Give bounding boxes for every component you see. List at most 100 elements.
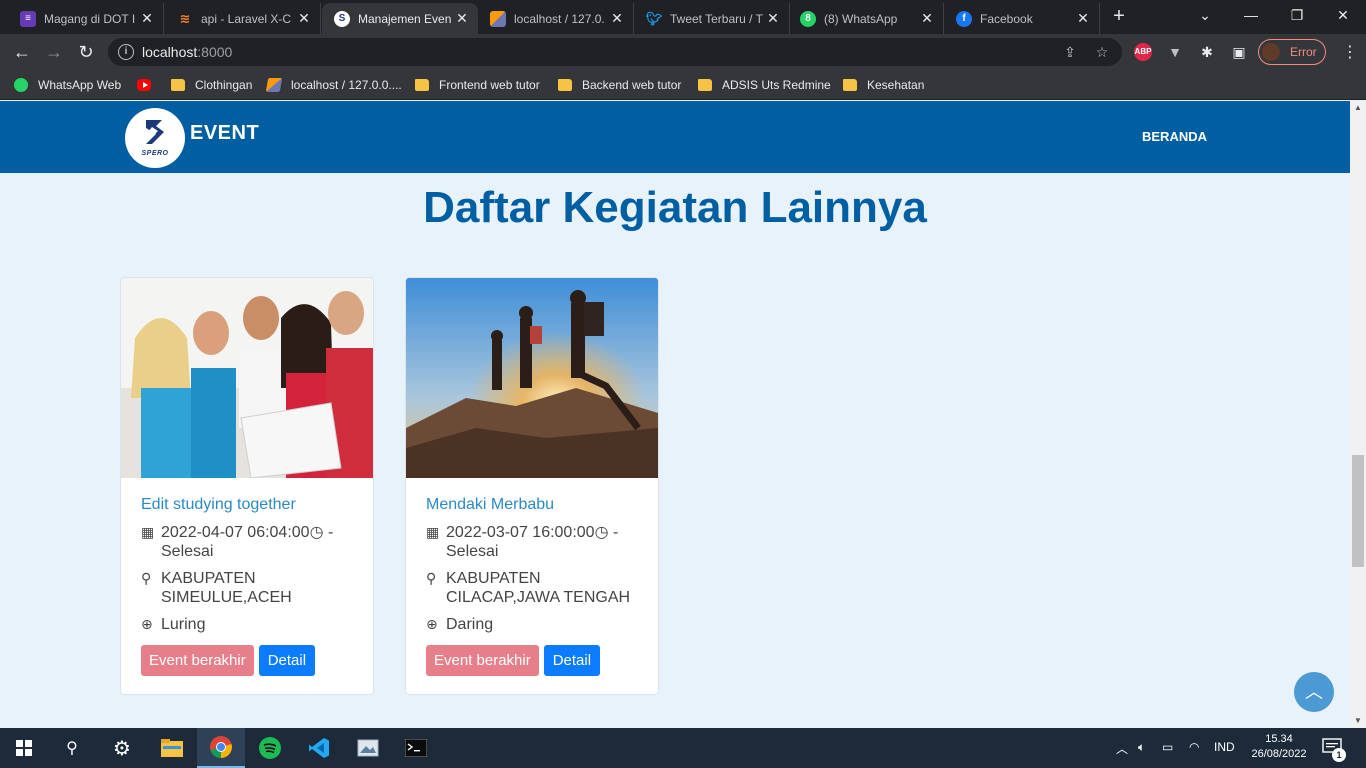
bookmark-backend[interactable]: Backend web tutor [558,76,681,94]
bookmark-adsis[interactable]: ADSIS Uts Redmine [698,76,831,94]
folder-icon [698,79,712,91]
list-icon: ≡ [20,10,36,27]
event-title-link[interactable]: Edit studying together [141,496,361,514]
close-icon[interactable]: ✕ [919,10,935,27]
close-icon[interactable]: ✕ [609,10,625,27]
brand-name[interactable]: EVENT [190,122,259,145]
bookmark-clothingan[interactable]: Clothingan [171,76,252,94]
bookmark-label: Kesehatan [867,78,925,92]
language-indicator[interactable]: IND [1214,740,1235,754]
tab-title: Facebook [980,11,1033,26]
tab-twitter[interactable]: 🐦︎ Tweet Terbaru / T ✕ [634,3,790,34]
bookmark-frontend[interactable]: Frontend web tutor [415,76,540,94]
tab-magang[interactable]: ≡ Magang di DOT I ✕ [8,3,164,34]
globe-icon: ⊕ [141,616,153,632]
bookmark-whatsapp-web[interactable]: WhatsApp Web [14,76,121,94]
terminal-icon[interactable] [392,728,440,768]
bookmark-phpmyadmin[interactable]: localhost / 127.0.0.... [265,76,402,94]
detail-button[interactable]: Detail [258,645,316,676]
scrollbar-thumb[interactable] [1352,455,1364,567]
site-logo[interactable]: SPERO [125,108,185,168]
folder-icon [558,79,572,91]
tab-search-icon[interactable]: ⌄ [1182,0,1228,32]
side-panel-icon[interactable]: ▣ [1230,43,1248,61]
search-icon[interactable]: ⚲ [48,728,96,768]
adblock-plus-icon[interactable]: ABP [1134,43,1152,61]
wifi-icon[interactable]: ◠ [1189,740,1199,754]
profile-button[interactable]: Error [1258,39,1326,65]
scroll-up-arrow-icon[interactable]: ▲ [1350,101,1366,115]
bookmark-label: Clothingan [195,78,253,92]
event-location: ⚲ KABUPATEN CILACAP,JAWA TENGAH [426,569,646,607]
facebook-icon: f [956,10,972,27]
tab-whatsapp[interactable]: 8 (8) WhatsApp ✕ [788,3,944,34]
url-text[interactable]: localhost:8000 [142,44,232,60]
stackoverflow-icon: ≋ [179,10,191,26]
close-icon[interactable]: ✕ [139,10,155,27]
close-icon[interactable]: ✕ [296,10,312,27]
vscode-icon[interactable] [295,728,343,768]
logo-wordmark: SPERO [141,150,169,157]
nav-beranda-link[interactable]: BERANDA [1142,129,1207,144]
folder-icon [171,79,185,91]
chevron-up-icon: ︿ [1305,682,1323,702]
tab-stackoverflow[interactable]: ≋ api - Laravel X-C ✕ [165,3,321,34]
detail-button[interactable]: Detail [543,645,601,676]
battery-icon[interactable]: ▭ [1162,740,1173,754]
tray-chevron-up-icon[interactable]: ︿ [1116,740,1128,757]
whatsapp-icon [14,78,28,92]
volume-icon[interactable]: 🔈︎ [1138,740,1145,755]
event-card: Mendaki Merbabu ▦ 2022-03-07 16:00:00◷ -… [405,277,659,695]
forward-icon[interactable]: → [42,40,66,64]
bookmark-label: ADSIS Uts Redmine [722,78,831,92]
scroll-down-arrow-icon[interactable]: ▼ [1350,714,1366,728]
new-tab-button[interactable]: + [1106,6,1132,28]
event-mode-text: Daring [446,616,494,633]
close-icon[interactable]: ✕ [765,10,781,27]
minimize-button[interactable]: — [1228,0,1274,32]
tab-manajemen-event[interactable]: S Manajemen Even ✕ [322,3,478,34]
back-icon[interactable]: ← [10,40,34,64]
close-icon[interactable]: ✕ [454,10,470,27]
chrome-icon[interactable] [197,728,245,768]
event-datetime-text: 2022-04-07 06:04:00◷ - Selesai [161,523,361,561]
tab-title: Tweet Terbaru / T [670,11,763,26]
bookmark-youtube[interactable] [137,76,161,94]
menu-kebab-icon[interactable]: ⋮ [1342,42,1358,62]
scroll-to-top-button[interactable]: ︿ [1294,672,1334,712]
bookmark-star-icon[interactable]: ☆ [1094,44,1110,60]
whatsapp-icon: 8 [800,10,816,27]
browser-toolbar: ← → ↻ i localhost:8000 ⇪ ☆ ABP ▼ ✱ ▣ Err… [0,34,1366,70]
bookmark-kesehatan[interactable]: Kesehatan [843,76,924,94]
close-icon[interactable]: ✕ [1075,10,1091,27]
site-info-icon[interactable]: i [118,44,134,60]
address-bar[interactable]: i localhost:8000 ⇪ ☆ [108,38,1122,66]
spotify-icon[interactable] [246,728,294,768]
photos-app-icon[interactable] [344,728,392,768]
event-title-link[interactable]: Mendaki Merbabu [426,496,646,514]
event-datetime: ▦ 2022-03-07 16:00:00◷ - Selesai [426,523,646,561]
tab-phpmyadmin[interactable]: localhost / 127.0. ✕ [478,3,634,34]
clock[interactable]: 15.34 26/08/2022 [1244,732,1314,762]
file-explorer-icon[interactable] [148,728,196,768]
extensions-puzzle-icon[interactable]: ✱ [1198,43,1216,61]
reload-icon[interactable]: ↻ [74,40,98,64]
event-photo-students [121,278,373,478]
settings-gear-icon[interactable]: ⚙ [98,728,146,768]
event-card: Edit studying together ▦ 2022-04-07 06:0… [120,277,374,695]
folder-icon [415,79,429,91]
globe-icon: ⊕ [426,616,438,632]
page-scrollbar[interactable]: ▲ ▼ [1350,101,1366,728]
event-ended-button[interactable]: Event berakhir [426,645,539,676]
url-port: :8000 [197,44,233,60]
notification-badge: 1 [1332,748,1346,762]
close-window-button[interactable]: ✕ [1320,0,1366,32]
clock-icon: ◷ [594,524,609,541]
start-windows-icon[interactable] [0,728,48,768]
tab-facebook[interactable]: f Facebook ✕ [944,3,1100,34]
event-ended-button[interactable]: Event berakhir [141,645,254,676]
share-icon[interactable]: ⇪ [1062,44,1078,60]
vue-devtools-icon[interactable]: ▼ [1166,43,1184,61]
notifications-icon[interactable]: 1 [1322,738,1346,762]
restore-button[interactable]: ❐ [1274,0,1320,32]
